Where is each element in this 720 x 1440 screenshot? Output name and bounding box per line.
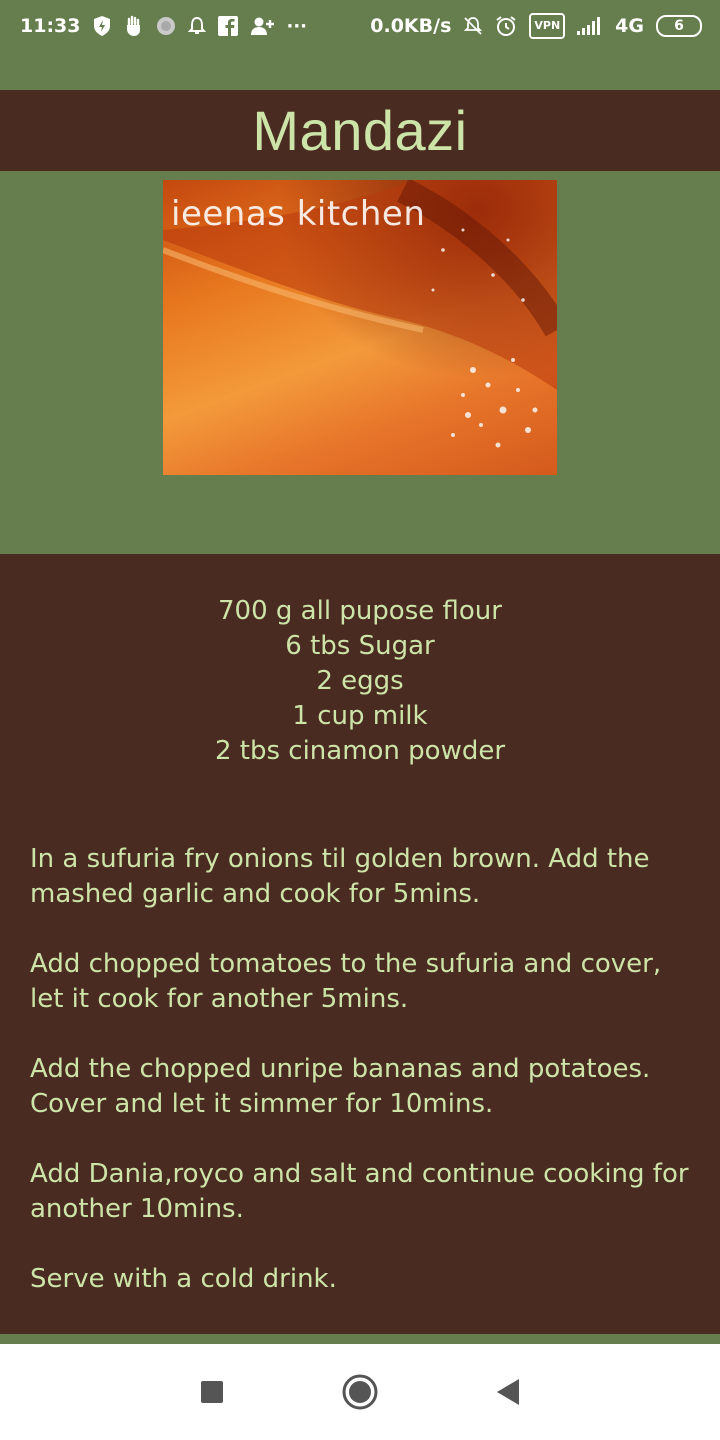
back-button[interactable] — [484, 1368, 532, 1416]
ingredient-item: 2 eggs — [316, 666, 404, 696]
signal-icon — [577, 13, 603, 39]
step-item: Add the chopped unripe bananas and potat… — [30, 1054, 651, 1119]
more-icon: ··· — [286, 15, 307, 37]
title-bar: Mandazi — [0, 90, 720, 171]
vpn-icon: VPN — [529, 13, 566, 39]
facebook-icon — [218, 13, 239, 39]
mute-icon — [463, 13, 483, 39]
lightning-shield-icon — [92, 13, 112, 39]
battery-level: 6 — [674, 18, 684, 34]
add-user-icon — [250, 13, 275, 39]
navigation-bar — [0, 1344, 720, 1440]
ingredients-list: 700 g all pupose flour 6 tbs Sugar 2 egg… — [0, 594, 720, 769]
recipe-panel: 700 g all pupose flour 6 tbs Sugar 2 egg… — [0, 554, 720, 1334]
step-item: Serve with a cold drink. — [30, 1264, 337, 1294]
network-type: 4G — [615, 15, 644, 37]
bell-icon — [188, 13, 207, 39]
back-triangle-icon — [497, 1379, 519, 1405]
home-circle-icon — [342, 1374, 378, 1410]
step-item: Add chopped tomatoes to the sufuria and … — [30, 949, 662, 1014]
status-left: 11:33 ··· — [20, 13, 307, 39]
clock: 11:33 — [20, 15, 81, 37]
home-button[interactable] — [336, 1368, 384, 1416]
circle-icon — [156, 13, 176, 39]
recent-apps-button[interactable] — [188, 1368, 236, 1416]
step-item: In a sufuria fry onions til golden brown… — [30, 844, 650, 909]
ingredient-item: 700 g all pupose flour — [218, 596, 502, 626]
recipe-photo: ieenas kitchen — [163, 180, 557, 475]
photo-watermark: ieenas kitchen — [171, 194, 426, 234]
status-right: 0.0KB/s VPN 4G 6 — [370, 13, 702, 39]
network-speed: 0.0KB/s — [370, 15, 452, 37]
alarm-icon — [495, 13, 517, 39]
battery-icon: 6 — [656, 15, 702, 37]
page-title: Mandazi — [252, 99, 468, 162]
ingredient-item: 6 tbs Sugar — [285, 631, 435, 661]
step-item: Add Dania,royco and salt and continue co… — [30, 1159, 689, 1224]
ingredient-item: 1 cup milk — [292, 701, 428, 731]
ingredient-item: 2 tbs cinamon powder — [214, 736, 506, 766]
square-icon — [201, 1381, 223, 1403]
hand-icon — [124, 13, 144, 39]
status-bar: 11:33 ··· 0.0KB/s VPN 4G 6 — [0, 0, 720, 52]
steps-list: In a sufuria fry onions til golden brown… — [30, 842, 690, 1332]
